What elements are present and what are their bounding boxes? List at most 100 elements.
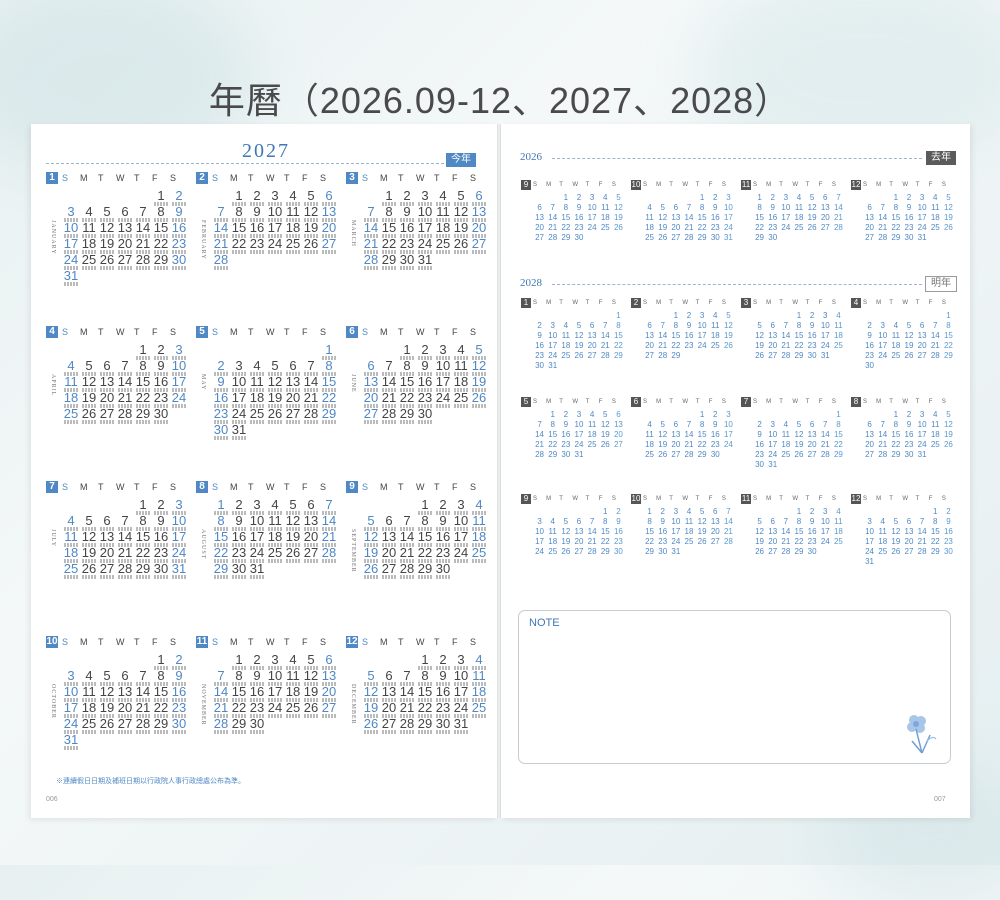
weekday-label: M bbox=[80, 173, 88, 183]
day: 18 bbox=[710, 331, 720, 340]
day: 2 bbox=[537, 321, 542, 330]
day: 3 bbox=[823, 311, 828, 320]
day-grid: 1 2 3 4 5 6 7 8 9 10 11 12 13 14 15 16 17 18 19 20 21 22 23 24 2… bbox=[753, 311, 845, 361]
day-grid: 1 2 3 4 5 6 7 8 9 10 11 12 13 14 15 16 17 18 19 20 21 22 23 24 2… bbox=[753, 193, 845, 243]
day: 28 bbox=[820, 450, 830, 459]
day-cell: 25 bbox=[62, 562, 80, 579]
month-12-calendar: 12 S M T W T F S DECEMBER 1 2 3 4 5 6 7 8 9 10 11 12 13 14 15 16… bbox=[346, 636, 491, 776]
day: 10 bbox=[865, 527, 875, 536]
day: 6 bbox=[823, 193, 828, 202]
month-number: 7 bbox=[741, 397, 751, 407]
day: 3 bbox=[673, 507, 679, 516]
page-title: 年曆（2026.09-12、2027、2028） bbox=[208, 80, 792, 121]
weekday-label: F bbox=[928, 182, 933, 188]
day-grid: 1 2 3 4 5 6 7 8 9 10 11 12 13 14 15 16 17 18 19 20 21 22 23 24 2… bbox=[643, 507, 735, 557]
weekday-label: T bbox=[779, 399, 783, 405]
weekday-label: S bbox=[753, 182, 758, 188]
day: 21 bbox=[658, 341, 668, 350]
weekday-label: T bbox=[585, 182, 590, 188]
month-number: 9 bbox=[521, 494, 531, 504]
day: 31 bbox=[820, 351, 830, 360]
day: 28 bbox=[781, 351, 791, 360]
day-grid: 1 2 3 4 5 6 7 8 9 10 11 12 13 14 15 16 17 18 19 20 21 22 23 24 2… bbox=[62, 189, 188, 286]
month-number: 1 bbox=[46, 172, 58, 184]
month-number: 11 bbox=[741, 180, 751, 190]
note-label: NOTE bbox=[529, 617, 560, 629]
day-grid: 1 2 3 4 5 6 7 8 9 10 11 12 13 14 15 16 17 18 19 20 21 22 23 24 2… bbox=[62, 343, 188, 424]
day: 11 bbox=[711, 321, 720, 330]
day: 26 bbox=[561, 547, 571, 556]
day: 7 bbox=[589, 517, 595, 526]
day: 9 bbox=[770, 203, 775, 212]
weekday-label: M bbox=[380, 637, 388, 647]
day: 25 bbox=[930, 223, 940, 232]
day-cell: 27 bbox=[380, 717, 398, 734]
weekday-label: S bbox=[533, 182, 538, 188]
month-name: APRIL bbox=[50, 374, 56, 397]
weekday-label: F bbox=[598, 182, 603, 188]
day: 15 bbox=[755, 213, 765, 222]
weekday-label: T bbox=[434, 173, 440, 183]
day: 18 bbox=[645, 223, 655, 232]
day: 9 bbox=[809, 517, 815, 526]
day: 7 bbox=[537, 420, 542, 429]
weekday-label: S bbox=[611, 399, 616, 405]
weekday-label: W bbox=[116, 637, 125, 647]
day: 13 bbox=[904, 527, 914, 536]
day-cell: 27 bbox=[470, 237, 488, 254]
month-name: AUGUST bbox=[200, 529, 206, 560]
day: 13 bbox=[917, 331, 927, 340]
weekday-label: S bbox=[941, 399, 946, 405]
day: 10 bbox=[820, 517, 830, 526]
weekday-header: SMTWTFS bbox=[863, 397, 955, 407]
month-1-calendar: 1 S M T W T F S JANUARY 1 2 3 4 5 6 7 8 9 10 11 12 13 14 15 16 17… bbox=[46, 172, 191, 312]
weekday-label: T bbox=[669, 496, 673, 502]
day: 25 bbox=[781, 450, 791, 459]
day: 1 bbox=[946, 311, 951, 320]
day: 20 bbox=[865, 440, 875, 449]
day-cell: 30 bbox=[170, 717, 188, 734]
day: 21 bbox=[535, 440, 545, 449]
day-cell: 25 bbox=[80, 253, 98, 270]
next-year-tag: 明年 bbox=[925, 276, 957, 292]
day: 20 bbox=[917, 341, 927, 350]
day: 24 bbox=[671, 537, 681, 546]
weekday-label: W bbox=[902, 300, 909, 306]
day: 10 bbox=[820, 321, 830, 330]
weekday-label: S bbox=[643, 399, 648, 405]
weekday-label: W bbox=[266, 637, 275, 647]
day: 16 bbox=[561, 430, 571, 439]
note-box[interactable]: NOTE bbox=[518, 610, 951, 764]
day: 30 bbox=[613, 547, 623, 556]
day: 7 bbox=[880, 420, 885, 429]
day: 23 bbox=[904, 440, 914, 449]
weekday-header: SMTWTFS bbox=[753, 494, 845, 504]
month-number: 5 bbox=[196, 326, 208, 338]
weekday-label: S bbox=[721, 300, 726, 306]
day-grid: 1 2 3 4 5 6 7 8 9 10 11 12 13 14 15 16 17 18 19 20 21 22 23 24 2… bbox=[212, 653, 338, 734]
day: 22 bbox=[755, 223, 765, 232]
weekday-label: S bbox=[863, 300, 868, 306]
weekday-label: T bbox=[805, 399, 810, 405]
day: 11 bbox=[561, 331, 570, 340]
day: 24 bbox=[723, 223, 733, 232]
day-cell: 28 bbox=[302, 407, 320, 424]
day: 11 bbox=[834, 321, 843, 330]
day: 20 bbox=[768, 537, 778, 546]
weekday-label: M bbox=[230, 327, 238, 337]
day: 10 bbox=[917, 420, 927, 429]
day: 19 bbox=[794, 440, 804, 449]
day: 27 bbox=[645, 351, 655, 360]
day: 11 bbox=[794, 203, 804, 212]
mini-month-10: 10 S M T W T F S 1 2 3 4 5 6 7 8 9 10 11 12 13 14 15 16 17 18 19 20… bbox=[631, 494, 735, 574]
weekday-label: M bbox=[876, 182, 882, 188]
month-name: OCTOBER bbox=[50, 684, 56, 719]
weekday-label: W bbox=[792, 496, 799, 502]
day-cell: 27 bbox=[380, 562, 398, 579]
day: 30 bbox=[561, 450, 571, 459]
day: 13 bbox=[587, 331, 597, 340]
day: 24 bbox=[917, 223, 927, 232]
day-grid: 1 2 3 4 5 6 7 8 9 10 11 12 13 14 15 16 17 18 19 20 21 22 23 24 2… bbox=[863, 311, 955, 371]
weekday-label: W bbox=[116, 482, 125, 492]
day: 3 bbox=[726, 410, 731, 419]
